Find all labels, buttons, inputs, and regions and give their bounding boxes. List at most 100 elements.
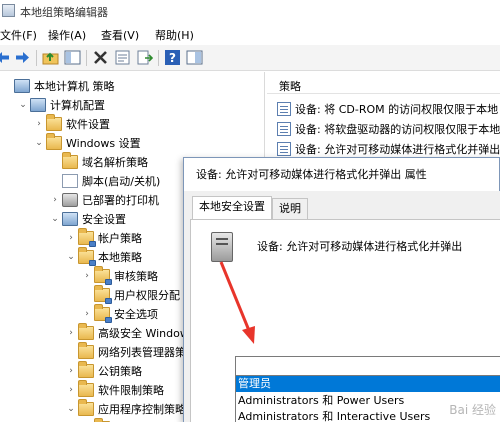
tree-node-label: 本地策略 xyxy=(98,251,142,264)
show-hide-tree-icon[interactable] xyxy=(64,49,81,66)
lock-icon xyxy=(105,317,112,323)
up-folder-icon[interactable] xyxy=(42,49,59,66)
tree-node-label: 本地计算机 策略 xyxy=(34,80,115,93)
tree-node[interactable]: ⌄ 计算机配置 xyxy=(18,97,264,115)
printer-icon xyxy=(62,193,78,207)
expand-chevron-icon[interactable]: › xyxy=(82,307,92,321)
tree-node[interactable]: › 软件设置 xyxy=(34,114,264,134)
tree-node-label: 脚本(启动/关机) xyxy=(82,175,161,188)
folder-lock-icon xyxy=(94,285,112,304)
expand-chevron-icon[interactable]: › xyxy=(50,193,60,207)
tree-node-label: 用户权限分配 xyxy=(114,289,180,302)
menu-action[interactable]: 操作(A) xyxy=(48,27,86,43)
menu-bar: 文件(F) 操作(A) 查看(V) 帮助(H) xyxy=(0,24,500,44)
folder-icon xyxy=(78,380,94,397)
menu-file[interactable]: 文件(F) xyxy=(0,27,37,43)
folder-lock-icon xyxy=(78,247,96,266)
dropdown-option-administrators[interactable]: 管理员 xyxy=(236,376,500,392)
tree-node-label: 计算机配置 xyxy=(50,99,105,112)
setting-name-label: 设备: 允许对可移动媒体进行格式化并弹出 xyxy=(257,240,463,253)
folder-icon xyxy=(78,399,94,416)
computer-icon xyxy=(30,98,46,112)
policy-editor-app-icon xyxy=(2,4,15,17)
tree-node-label: 帐户策略 xyxy=(98,232,142,245)
properties-icon[interactable] xyxy=(114,49,131,66)
menu-help[interactable]: 帮助(H) xyxy=(155,27,194,43)
policy-setting-icon xyxy=(277,142,291,156)
policy-setting-icon xyxy=(277,122,291,136)
tree-node-label: 安全设置 xyxy=(82,213,126,226)
collapse-chevron-icon[interactable]: ⌄ xyxy=(18,98,28,112)
properties-dialog: 设备: 允许对可移动媒体进行格式化并弹出 属性 本地安全设置 说明 设备: 允许… xyxy=(183,157,500,422)
tree-node-label: 软件设置 xyxy=(66,118,110,131)
tree-node[interactable]: ⌄ Windows 设置 xyxy=(34,133,264,153)
tree-node[interactable]: 本地计算机 策略 xyxy=(2,78,262,96)
collapse-chevron-icon[interactable]: ⌄ xyxy=(66,402,76,416)
menu-view[interactable]: 查看(V) xyxy=(101,27,139,43)
policy-list-item-label: 设备: 将软盘驱动器的访问权限仅限于本地 xyxy=(295,123,500,136)
server-setting-icon xyxy=(211,232,233,262)
back-arrow-icon[interactable] xyxy=(0,49,11,66)
export-list-icon[interactable] xyxy=(136,49,153,66)
collapse-chevron-icon[interactable]: ⌄ xyxy=(34,136,44,150)
tree-node-label: 已部署的打印机 xyxy=(82,194,159,207)
title-bar: 本地组策略编辑器 xyxy=(0,0,500,22)
tree-node-label: Windows 设置 xyxy=(66,137,141,150)
expand-chevron-icon[interactable]: › xyxy=(66,383,76,397)
lock-icon xyxy=(89,241,96,247)
tree-node-label: 公钥策略 xyxy=(98,365,142,378)
shield-icon xyxy=(62,212,78,226)
folder-icon xyxy=(78,342,94,359)
toolbar-separator xyxy=(86,50,87,66)
help-icon[interactable]: ? xyxy=(164,49,181,66)
tree-node-label: 软件限制策略 xyxy=(98,384,164,397)
policy-column-header[interactable]: 策略 xyxy=(267,72,500,94)
folder-lock-icon xyxy=(94,266,112,285)
folder-lock-icon xyxy=(78,228,96,247)
expand-chevron-icon[interactable]: › xyxy=(66,326,76,340)
policy-setting-icon xyxy=(277,102,291,116)
collapse-chevron-icon[interactable]: ⌄ xyxy=(50,212,60,226)
delete-icon[interactable] xyxy=(92,49,109,66)
tree-node-label: 应用程序控制策略 xyxy=(98,403,186,416)
tree-node-label: 安全选项 xyxy=(114,308,158,321)
folder-icon xyxy=(46,133,62,150)
doc-icon xyxy=(62,174,78,188)
policy-list-item-label: 设备: 将 CD-ROM 的访问权限仅限于本地 xyxy=(295,103,499,116)
toolbar: ? xyxy=(0,45,500,71)
toolbar-separator xyxy=(158,50,159,66)
group-policy-editor-window: 本地组策略编辑器 文件(F) 操作(A) 查看(V) 帮助(H) ? 本地计算机… xyxy=(0,0,500,422)
expand-chevron-icon[interactable]: › xyxy=(34,117,44,131)
expand-chevron-icon[interactable]: › xyxy=(66,364,76,378)
collapse-chevron-icon[interactable]: ⌄ xyxy=(66,250,76,264)
dialog-body: 本地安全设置 说明 设备: 允许对可移动媒体进行格式化并弹出 管理员 Admin… xyxy=(184,191,500,422)
format-eject-allowed-dropdown[interactable] xyxy=(235,356,500,376)
tree-node-label: 审核策略 xyxy=(114,270,158,283)
policy-list-item-label: 设备: 允许对可移动媒体进行格式化并弹出 xyxy=(295,143,500,156)
tree-node-label: 域名解析策略 xyxy=(82,156,148,169)
folder-icon xyxy=(78,323,94,340)
view-pane-icon[interactable] xyxy=(186,49,203,66)
toolbar-separator xyxy=(36,50,37,66)
expand-chevron-icon[interactable]: › xyxy=(82,269,92,283)
svg-text:?: ? xyxy=(169,51,176,65)
lock-icon xyxy=(105,298,112,304)
policy-column-label: 策略 xyxy=(279,80,301,93)
computer-icon xyxy=(14,79,30,93)
folder-icon xyxy=(46,114,62,131)
window-title: 本地组策略编辑器 xyxy=(20,6,108,19)
tab-local-security-setting[interactable]: 本地安全设置 xyxy=(192,196,272,220)
tab-explain[interactable]: 说明 xyxy=(272,198,308,219)
tab-page-local-security-setting: 设备: 允许对可移动媒体进行格式化并弹出 管理员 Administrators … xyxy=(190,219,500,422)
folder-lock-icon xyxy=(94,304,112,323)
forward-arrow-icon[interactable] xyxy=(14,49,31,66)
folder-icon xyxy=(62,152,78,169)
folder-icon xyxy=(78,361,94,378)
expand-chevron-icon[interactable]: › xyxy=(66,231,76,245)
dialog-title: 设备: 允许对可移动媒体进行格式化并弹出 属性 xyxy=(196,168,427,181)
